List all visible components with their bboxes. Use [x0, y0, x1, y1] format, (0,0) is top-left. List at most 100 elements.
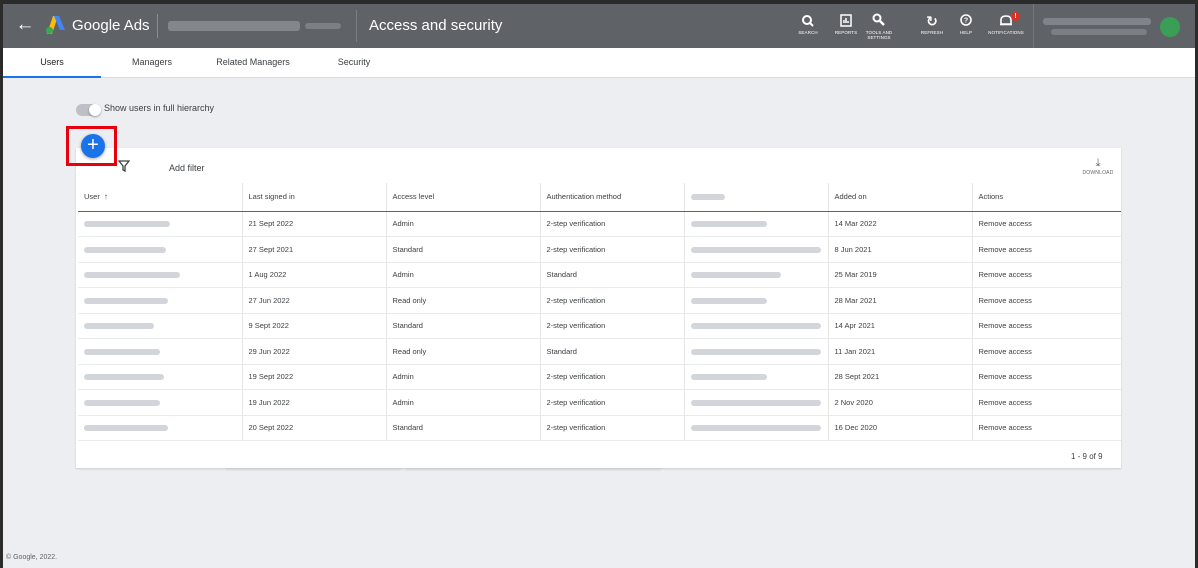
cell-access-level[interactable]: Admin: [386, 389, 541, 416]
copyright-footer: © Google, 2022.: [6, 554, 58, 561]
add-filter-button[interactable]: Add filter: [169, 163, 205, 173]
tab-managers[interactable]: Managers: [113, 48, 191, 78]
cell-added-on: 14 Mar 2022: [828, 211, 973, 237]
app-frame: ← Google Ads Access and security SEARCH …: [3, 4, 1195, 568]
header-divider: [1033, 4, 1034, 48]
notification-badge: !: [1011, 12, 1020, 21]
cell-added-on: 2 Nov 2020: [828, 389, 973, 416]
tools-and-settings-tool[interactable]: TOOLS AND SETTINGS: [859, 12, 899, 44]
tab-security[interactable]: Security: [321, 48, 387, 78]
redacted-text: [690, 297, 767, 304]
remove-access-link[interactable]: Remove access: [972, 389, 1121, 416]
remove-access-link[interactable]: Remove access: [972, 211, 1121, 237]
column-header-invited-by[interactable]: [684, 183, 829, 212]
remove-access-link[interactable]: Remove access: [972, 338, 1121, 365]
pagination-status: 1 - 9 of 9: [1071, 452, 1103, 461]
search-tool[interactable]: SEARCH: [795, 12, 821, 44]
table-row: 19 Jun 2022 Admin 2-step verification 2 Nov…: [78, 389, 1121, 416]
refresh-tool[interactable]: ↻ REFRESH: [919, 12, 945, 44]
download-icon: ⤓: [1095, 157, 1101, 169]
notifications-label: NOTIFICATIONS: [988, 30, 1024, 35]
tab-users[interactable]: Users: [3, 48, 101, 78]
cell-access-level[interactable]: Admin: [386, 211, 541, 237]
tools-label: TOOLS AND SETTINGS: [865, 30, 893, 40]
add-user-button[interactable]: +: [81, 134, 105, 158]
redacted-text: [84, 221, 170, 228]
top-bar: ← Google Ads Access and security SEARCH …: [3, 4, 1195, 48]
column-header-actions: Actions: [972, 183, 1121, 212]
redacted-text: [690, 399, 821, 406]
table-row: 21 Sept 2022 Admin 2-step verification 14 M…: [78, 211, 1121, 237]
remove-access-link[interactable]: Remove access: [972, 313, 1121, 339]
back-arrow-icon[interactable]: ←: [14, 14, 36, 36]
redacted-text: [690, 194, 725, 201]
reports-tool[interactable]: REPORTS: [833, 12, 859, 44]
cell-user: [78, 236, 243, 263]
remove-access-link[interactable]: Remove access: [972, 236, 1121, 263]
cell-user: [78, 415, 243, 441]
cell-auth-method: 2-step verification: [540, 389, 685, 416]
cell-added-on: 14 Apr 2021: [828, 313, 973, 339]
cell-invited-by: [684, 313, 829, 339]
cell-user: [78, 389, 243, 416]
cell-access-level[interactable]: Standard: [386, 313, 541, 339]
tab-related-managers[interactable]: Related Managers: [203, 48, 303, 78]
cell-user: [78, 338, 243, 365]
cell-added-on: 25 Mar 2019: [828, 262, 973, 288]
column-header-last-signed-in[interactable]: Last signed in: [242, 183, 387, 212]
filter-icon[interactable]: [118, 160, 130, 172]
refresh-icon: ↻: [926, 13, 938, 29]
table-row: 27 Jun 2022 Read only 2-step verification 2…: [78, 287, 1121, 314]
remove-access-link[interactable]: Remove access: [972, 262, 1121, 288]
help-icon: ?: [960, 14, 972, 26]
app-name: Google Ads: [72, 17, 150, 34]
redacted-text: [690, 348, 821, 355]
redacted-text: [690, 425, 821, 432]
help-tool[interactable]: ? HELP: [955, 12, 977, 44]
column-header-access-level[interactable]: Access level: [386, 183, 541, 212]
remove-access-link[interactable]: Remove access: [972, 364, 1121, 390]
user-account-redacted[interactable]: [1043, 18, 1151, 25]
cell-auth-method: 2-step verification: [540, 236, 685, 263]
cell-access-level[interactable]: Standard: [386, 236, 541, 263]
cell-added-on: 28 Mar 2021: [828, 287, 973, 314]
full-hierarchy-toggle[interactable]: [76, 104, 101, 116]
download-button[interactable]: ⤓ DOWNLOAD: [1080, 156, 1116, 176]
cell-last-signed-in: 27 Jun 2022: [242, 287, 387, 314]
column-header-auth-method[interactable]: Authentication method: [540, 183, 685, 212]
redacted-text: [690, 221, 767, 228]
cell-user: [78, 262, 243, 288]
column-header-user[interactable]: User ↑: [78, 183, 243, 212]
cell-last-signed-in: 29 Jun 2022: [242, 338, 387, 365]
column-header-added-on[interactable]: Added on: [828, 183, 973, 212]
cell-invited-by: [684, 262, 829, 288]
avatar[interactable]: [1160, 17, 1180, 37]
header-divider: [157, 14, 158, 38]
svg-text:?: ?: [964, 18, 968, 25]
cell-auth-method: Standard: [540, 262, 685, 288]
cell-access-level[interactable]: Read only: [386, 338, 541, 365]
remove-access-link[interactable]: Remove access: [972, 287, 1121, 314]
bell-icon: [1000, 15, 1012, 26]
reports-icon: [840, 14, 852, 27]
toggle-knob: [89, 104, 101, 116]
cell-invited-by: [684, 287, 829, 314]
account-name-redacted[interactable]: [168, 21, 300, 31]
sort-arrow-up-icon[interactable]: ↑: [104, 192, 108, 201]
users-table: User ↑ Last signed in Access level Authen…: [78, 183, 1121, 441]
redacted-text: [690, 323, 821, 330]
cell-access-level[interactable]: Standard: [386, 415, 541, 441]
cell-access-level[interactable]: Admin: [386, 262, 541, 288]
cell-user: [78, 211, 243, 237]
download-label: DOWNLOAD: [1082, 170, 1114, 176]
cell-invited-by: [684, 236, 829, 263]
redacted-text: [84, 425, 168, 432]
table-row: 29 Jun 2022 Read only Standard 11 Jan 2021 R…: [78, 338, 1121, 365]
cell-access-level[interactable]: Admin: [386, 364, 541, 390]
cell-access-level[interactable]: Read only: [386, 287, 541, 314]
cell-added-on: 11 Jan 2021: [828, 338, 973, 365]
notifications-tool[interactable]: NOTIFICATIONS: [983, 12, 1029, 44]
remove-access-link[interactable]: Remove access: [972, 415, 1121, 441]
cell-user: [78, 313, 243, 339]
cell-auth-method: Standard: [540, 338, 685, 365]
